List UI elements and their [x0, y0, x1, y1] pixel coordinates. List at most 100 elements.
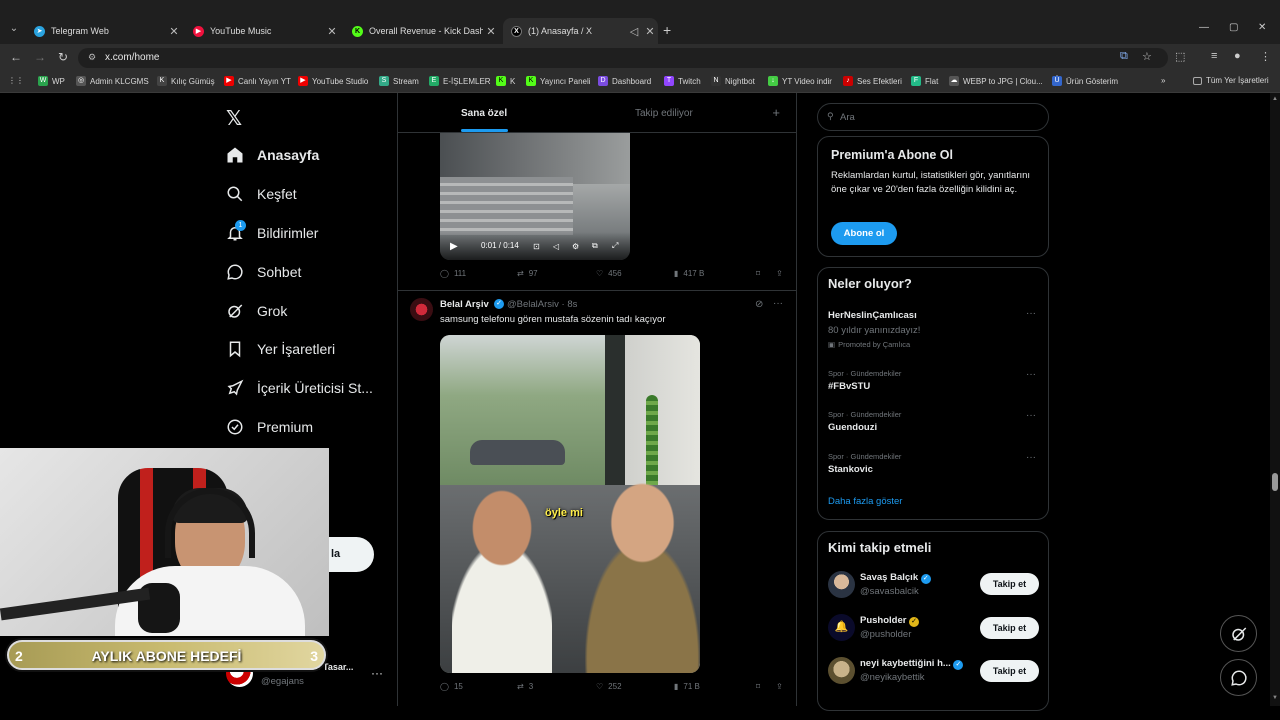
post-menu-icon[interactable]: ··· — [773, 298, 783, 309]
mute-icon[interactable]: ◁ — [553, 242, 559, 251]
all-bookmarks[interactable]: Tüm Yer İşaretleri — [1193, 76, 1269, 85]
bookmark-k[interactable]: KK — [496, 76, 515, 86]
reply-button[interactable]: ◯ 15 — [440, 682, 517, 691]
user-avatar[interactable]: 🔔 — [828, 614, 855, 641]
bookmark-flat[interactable]: F Flat — [911, 76, 938, 86]
sidebar-item-icerik-ureticisi[interactable]: İçerik Üreticisi St... — [226, 379, 373, 397]
post1-video[interactable]: ▶ 0:01 / 0:14 ⊡ ◁ ⚙ ⧉ ⤢ — [440, 133, 630, 260]
captions-icon[interactable]: ⊡ — [533, 242, 540, 251]
repost-button[interactable]: ⇄ 97 — [517, 269, 596, 278]
messages-fab[interactable] — [1220, 659, 1257, 696]
user-name[interactable]: neyi kaybettiğini h... ✓ — [860, 658, 964, 670]
media-control-icon[interactable]: ≡ — [1211, 50, 1217, 62]
close-icon[interactable]: ✕ — [166, 25, 182, 38]
x-logo-icon[interactable]: 𝕏 — [226, 106, 242, 131]
pip-icon[interactable]: ⧉ — [592, 241, 598, 251]
scrollbar-down-icon[interactable]: ▼ — [1272, 695, 1278, 701]
post2-video[interactable]: öyle mi — [440, 335, 700, 673]
bookmark-wp[interactable]: W WP — [38, 76, 65, 86]
trend-menu-icon[interactable]: ··· — [1026, 369, 1036, 380]
tab-search-icon[interactable]: ⌄ — [7, 22, 21, 36]
bookmark-canli-yayin[interactable]: ▶ Canlı Yayın YT — [224, 76, 291, 86]
close-icon[interactable]: ✕ — [642, 25, 658, 38]
profile-icon[interactable]: ● — [1234, 50, 1241, 62]
minimize-icon[interactable]: — — [1199, 22, 1209, 33]
sidebar-item-bildirimler[interactable]: 1 Bildirimler — [226, 220, 318, 242]
like-button[interactable]: ♡ 252 — [596, 682, 674, 691]
bookmark-youtube-studio[interactable]: ▶ YouTube Studio — [298, 76, 368, 86]
search-input[interactable]: ⚲ Ara — [817, 103, 1049, 131]
sidebar-item-grok[interactable]: Grok — [226, 302, 287, 320]
share-button[interactable]: ⇪ — [776, 682, 783, 691]
account-menu-icon[interactable]: ··· — [371, 666, 383, 680]
follow-button[interactable]: Takip et — [980, 573, 1039, 595]
star-icon[interactable]: ☆ — [1142, 50, 1152, 63]
bookmark-nightbot[interactable]: N Nightbot — [711, 76, 755, 86]
bookmark-stream[interactable]: S Stream — [379, 76, 419, 86]
tab-telegram[interactable]: ➤ Telegram Web ✕ — [26, 18, 182, 44]
bookmark-button[interactable]: ⌑ — [756, 269, 776, 278]
sidebar-item-premium[interactable]: Premium — [226, 418, 313, 436]
sidebar-item-anasayfa[interactable]: Anasayfa — [226, 146, 319, 164]
show-more-link[interactable]: Daha fazla göster — [828, 496, 902, 507]
bookmark-twitch[interactable]: T Twitch — [664, 76, 701, 86]
bookmark-ses-efektleri[interactable]: ♪ Ses Efektleri — [843, 76, 902, 86]
sidebar-item-yer-isaretleri[interactable]: Yer İşaretleri — [226, 340, 335, 358]
tab-kick-dashboard[interactable]: K Overall Revenue - Kick Dashbo ✕ — [344, 18, 499, 44]
trend-item[interactable]: Stankovic — [828, 464, 873, 475]
trend-item[interactable]: Guendouzi — [828, 422, 877, 433]
back-icon[interactable]: ← — [10, 50, 22, 64]
bookmark-button[interactable]: ⌑ — [756, 682, 776, 691]
user-avatar[interactable] — [828, 571, 855, 598]
follow-button[interactable]: Takip et — [980, 660, 1039, 682]
restore-icon[interactable]: ▢ — [1229, 22, 1238, 33]
like-button[interactable]: ♡ 456 — [596, 269, 674, 278]
tab-youtube-music[interactable]: ▶ YouTube Music ✕ — [185, 18, 340, 44]
site-info-icon[interactable]: ⚙ — [88, 52, 96, 63]
promoted-trend-name[interactable]: HerNeslinÇamlıcası — [828, 310, 917, 321]
speaker-icon[interactable]: ◁ — [626, 25, 642, 38]
extensions-icon[interactable]: ⬚ — [1175, 50, 1185, 63]
forward-icon[interactable]: → — [34, 50, 46, 64]
bookmark-dashboard[interactable]: D Dashboard — [598, 76, 651, 86]
grok-post-icon[interactable]: ⊘ — [755, 299, 763, 310]
post2-author-name[interactable]: Belal Arşiv — [440, 299, 489, 310]
play-icon[interactable]: ▶ — [450, 241, 458, 252]
bookmark-kilic[interactable]: K Kılıç Gümüş — [157, 76, 215, 86]
user-avatar[interactable] — [828, 657, 855, 684]
views-button[interactable]: ▮ 417 B — [674, 269, 756, 278]
follow-button[interactable]: Takip et — [980, 617, 1039, 639]
scrollbar-thumb[interactable] — [1272, 473, 1278, 491]
bookmark-admin[interactable]: ◎ Admin KLCGMS — [76, 76, 149, 86]
close-icon[interactable]: ✕ — [483, 25, 499, 38]
share-button[interactable]: ⇪ — [776, 269, 783, 278]
reply-button[interactable]: ◯ 111 — [440, 269, 517, 278]
settings-icon[interactable]: ⚙ — [572, 242, 579, 251]
post2-avatar[interactable] — [410, 298, 433, 321]
reload-icon[interactable]: ↻ — [58, 50, 68, 64]
bookmark-webp-to-jpg[interactable]: ☁ WEBP to JPG | Clou... — [949, 76, 1043, 86]
close-icon[interactable]: ✕ — [324, 25, 340, 38]
translate-icon[interactable]: ⧉ — [1120, 50, 1128, 63]
add-tab-icon[interactable]: + — [772, 105, 780, 120]
sidebar-item-sohbet[interactable]: Sohbet — [226, 263, 301, 281]
fullscreen-icon[interactable]: ⤢ — [612, 241, 618, 251]
trend-menu-icon[interactable]: ··· — [1026, 410, 1036, 421]
tab-takip-ediliyor[interactable]: Takip ediliyor — [635, 108, 693, 119]
post2-handle[interactable]: @BelalArsiv · 8s — [507, 299, 577, 310]
bookmark-yayinci-paneli[interactable]: K Yayıncı Paneli — [526, 76, 591, 86]
trend-menu-icon[interactable]: ··· — [1026, 308, 1036, 319]
new-tab-button[interactable]: + — [663, 22, 671, 38]
window-close-icon[interactable]: ✕ — [1258, 22, 1266, 33]
tab-sana-ozel[interactable]: Sana özel — [461, 108, 507, 119]
bookmark-urun-gosterim[interactable]: Ü Ürün Gösterim — [1052, 76, 1118, 86]
more-bookmarks-icon[interactable]: » — [1161, 76, 1165, 85]
subscribe-button[interactable]: Abone ol — [831, 222, 897, 245]
sidebar-item-kesfet[interactable]: Keşfet — [226, 185, 297, 203]
kebab-menu-icon[interactable]: ⋮ — [1260, 50, 1271, 63]
page-scrollbar[interactable]: ▲ ▼ — [1270, 93, 1280, 706]
bookmark-yt-video-indir[interactable]: ↓ YT Video indir — [768, 76, 832, 86]
apps-icon[interactable]: ⋮⋮ — [8, 76, 24, 85]
views-button[interactable]: ▮ 71 B — [674, 682, 756, 691]
bookmark-e-islemler[interactable]: E E-İŞLEMLER — [429, 76, 491, 86]
